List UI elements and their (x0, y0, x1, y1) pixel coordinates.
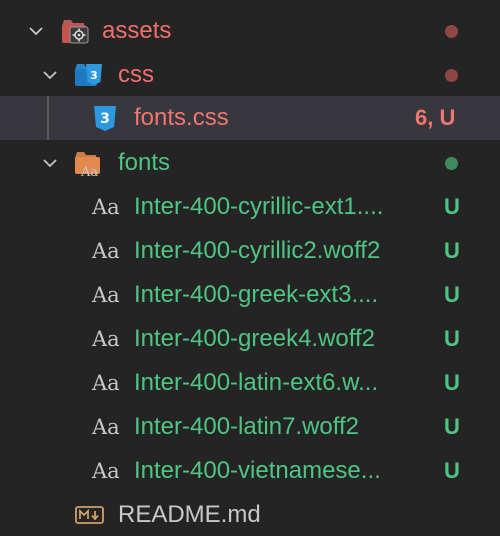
tree-item-fonts-folder[interactable]: Aa fonts (0, 141, 500, 185)
tree-item-font-file[interactable]: Aa Inter-400-cyrillic-ext1.... U (0, 185, 500, 229)
svg-text:3: 3 (90, 69, 98, 82)
font-file-icon: Aa (92, 327, 120, 351)
tree-item-font-file[interactable]: Aa Inter-400-latin-ext6.w... U (0, 361, 500, 405)
git-status-untracked: U (444, 458, 460, 483)
untracked-decoration-dot (445, 157, 458, 170)
git-status-untracked: U (444, 370, 460, 395)
problems-git-status: 6, U (415, 105, 456, 130)
fonts-folder-icon: Aa (74, 149, 104, 177)
tree-item-font-file[interactable]: Aa Inter-400-greek4.woff2 U (0, 317, 500, 361)
tree-item-label: Inter-400-greek-ext3.... (134, 281, 379, 308)
tree-item-label: fonts.css (134, 104, 229, 131)
tree-item-label: assets (102, 17, 172, 44)
css3-file-icon: 3 (90, 104, 120, 132)
assets-folder-icon (60, 17, 90, 45)
error-decoration-dot (445, 25, 458, 38)
markdown-file-icon (75, 501, 105, 529)
tree-item-font-file[interactable]: Aa Inter-400-latin7.woff2 U (0, 405, 500, 449)
font-file-icon: Aa (92, 371, 120, 395)
git-status-untracked: U (444, 238, 460, 263)
tree-item-label: fonts (118, 149, 171, 176)
tree-item-font-file[interactable]: Aa Inter-400-cyrillic2.woff2 U (0, 229, 500, 273)
tree-item-font-file[interactable]: Aa Inter-400-vietnamese... U (0, 449, 500, 493)
font-file-icon: Aa (92, 459, 120, 483)
font-file-icon: Aa (92, 283, 120, 307)
git-status-untracked: U (444, 326, 460, 351)
font-file-icon: Aa (92, 415, 120, 439)
file-explorer-tree: assets 3 css 3 fonts.css 6, U Aa fonts A… (0, 0, 500, 536)
font-file-icon: Aa (92, 239, 120, 263)
svg-text:Aa: Aa (80, 165, 98, 177)
chevron-down-icon[interactable] (42, 67, 58, 83)
chevron-down-icon[interactable] (28, 23, 44, 39)
chevron-down-icon[interactable] (42, 155, 58, 171)
git-status-untracked: U (444, 194, 460, 219)
tree-item-readme-file[interactable]: README.md (0, 493, 500, 536)
git-status-untracked: U (444, 282, 460, 307)
error-decoration-dot (445, 69, 458, 82)
git-status-untracked: U (444, 414, 460, 439)
tree-item-label: Inter-400-cyrillic-ext1.... (134, 193, 384, 220)
tree-item-fonts-css-file[interactable]: 3 fonts.css 6, U (0, 96, 500, 140)
css-folder-icon: 3 (74, 61, 104, 89)
tree-item-label: Inter-400-latin7.woff2 (134, 413, 360, 440)
tree-item-font-file[interactable]: Aa Inter-400-greek-ext3.... U (0, 273, 500, 317)
tree-item-label: Inter-400-vietnamese... (134, 457, 381, 484)
tree-item-css-folder[interactable]: 3 css (0, 53, 500, 97)
svg-text:3: 3 (100, 111, 110, 127)
tree-item-label: Inter-400-cyrillic2.woff2 (134, 237, 381, 264)
tree-item-assets-folder[interactable]: assets (0, 9, 500, 53)
tree-item-label: Inter-400-latin-ext6.w... (134, 369, 379, 396)
indent-guide (47, 96, 49, 140)
font-file-icon: Aa (92, 195, 120, 219)
tree-item-label: README.md (118, 501, 261, 528)
tree-item-label: css (118, 61, 154, 88)
tree-item-label: Inter-400-greek4.woff2 (134, 325, 376, 352)
